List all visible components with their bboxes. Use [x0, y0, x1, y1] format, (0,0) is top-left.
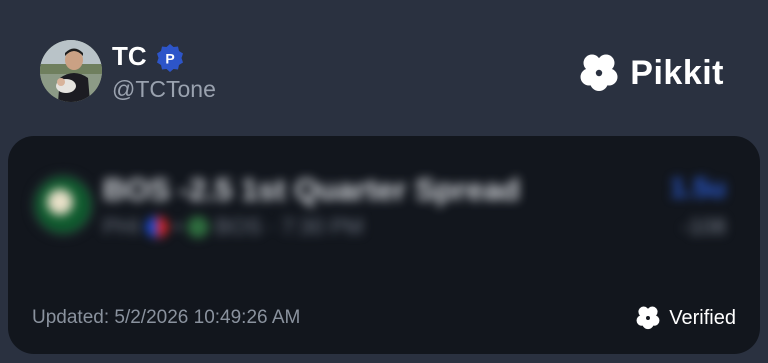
brand-name: Pikkit: [630, 54, 724, 92]
home-team-logo: [187, 216, 210, 238]
updated-timestamp: Updated: 5/2/2026 10:49:26 AM: [32, 307, 301, 328]
bet-units: 1.5u: [669, 172, 726, 203]
away-team: PHI: [103, 214, 140, 239]
clover-icon: [636, 306, 660, 330]
bet-odds: -108: [681, 214, 726, 239]
post-header: TC P @TCTone Pikkit: [0, 0, 768, 136]
bet-title: BOS -2.5 1st Quarter Spread: [103, 172, 520, 207]
game-time: BOS · 7:30 PM: [215, 214, 364, 239]
user-name[interactable]: TC: [112, 41, 147, 71]
bet-details-blurred: BOS -2.5 1st Quarter Spread PHI • BOS · …: [8, 136, 760, 256]
bet-card[interactable]: BOS -2.5 1st Quarter Spread PHI • BOS · …: [8, 136, 760, 354]
brand-logo: Pikkit: [578, 52, 724, 94]
badge-letter: P: [165, 51, 174, 67]
matchup-separator: •: [173, 214, 182, 239]
clover-icon: [580, 54, 618, 91]
user-handle[interactable]: @TCTone: [112, 75, 216, 103]
avatar[interactable]: [40, 40, 102, 102]
verified-indicator: Verified: [635, 305, 736, 331]
avatar-photo: [40, 40, 102, 102]
verified-label: Verified: [669, 306, 736, 329]
team-logo: [32, 174, 94, 236]
verified-badge-icon: P: [157, 44, 183, 72]
away-team-logo: [145, 216, 168, 238]
bet-matchup: PHI • BOS · 7:30 PM: [103, 214, 363, 240]
